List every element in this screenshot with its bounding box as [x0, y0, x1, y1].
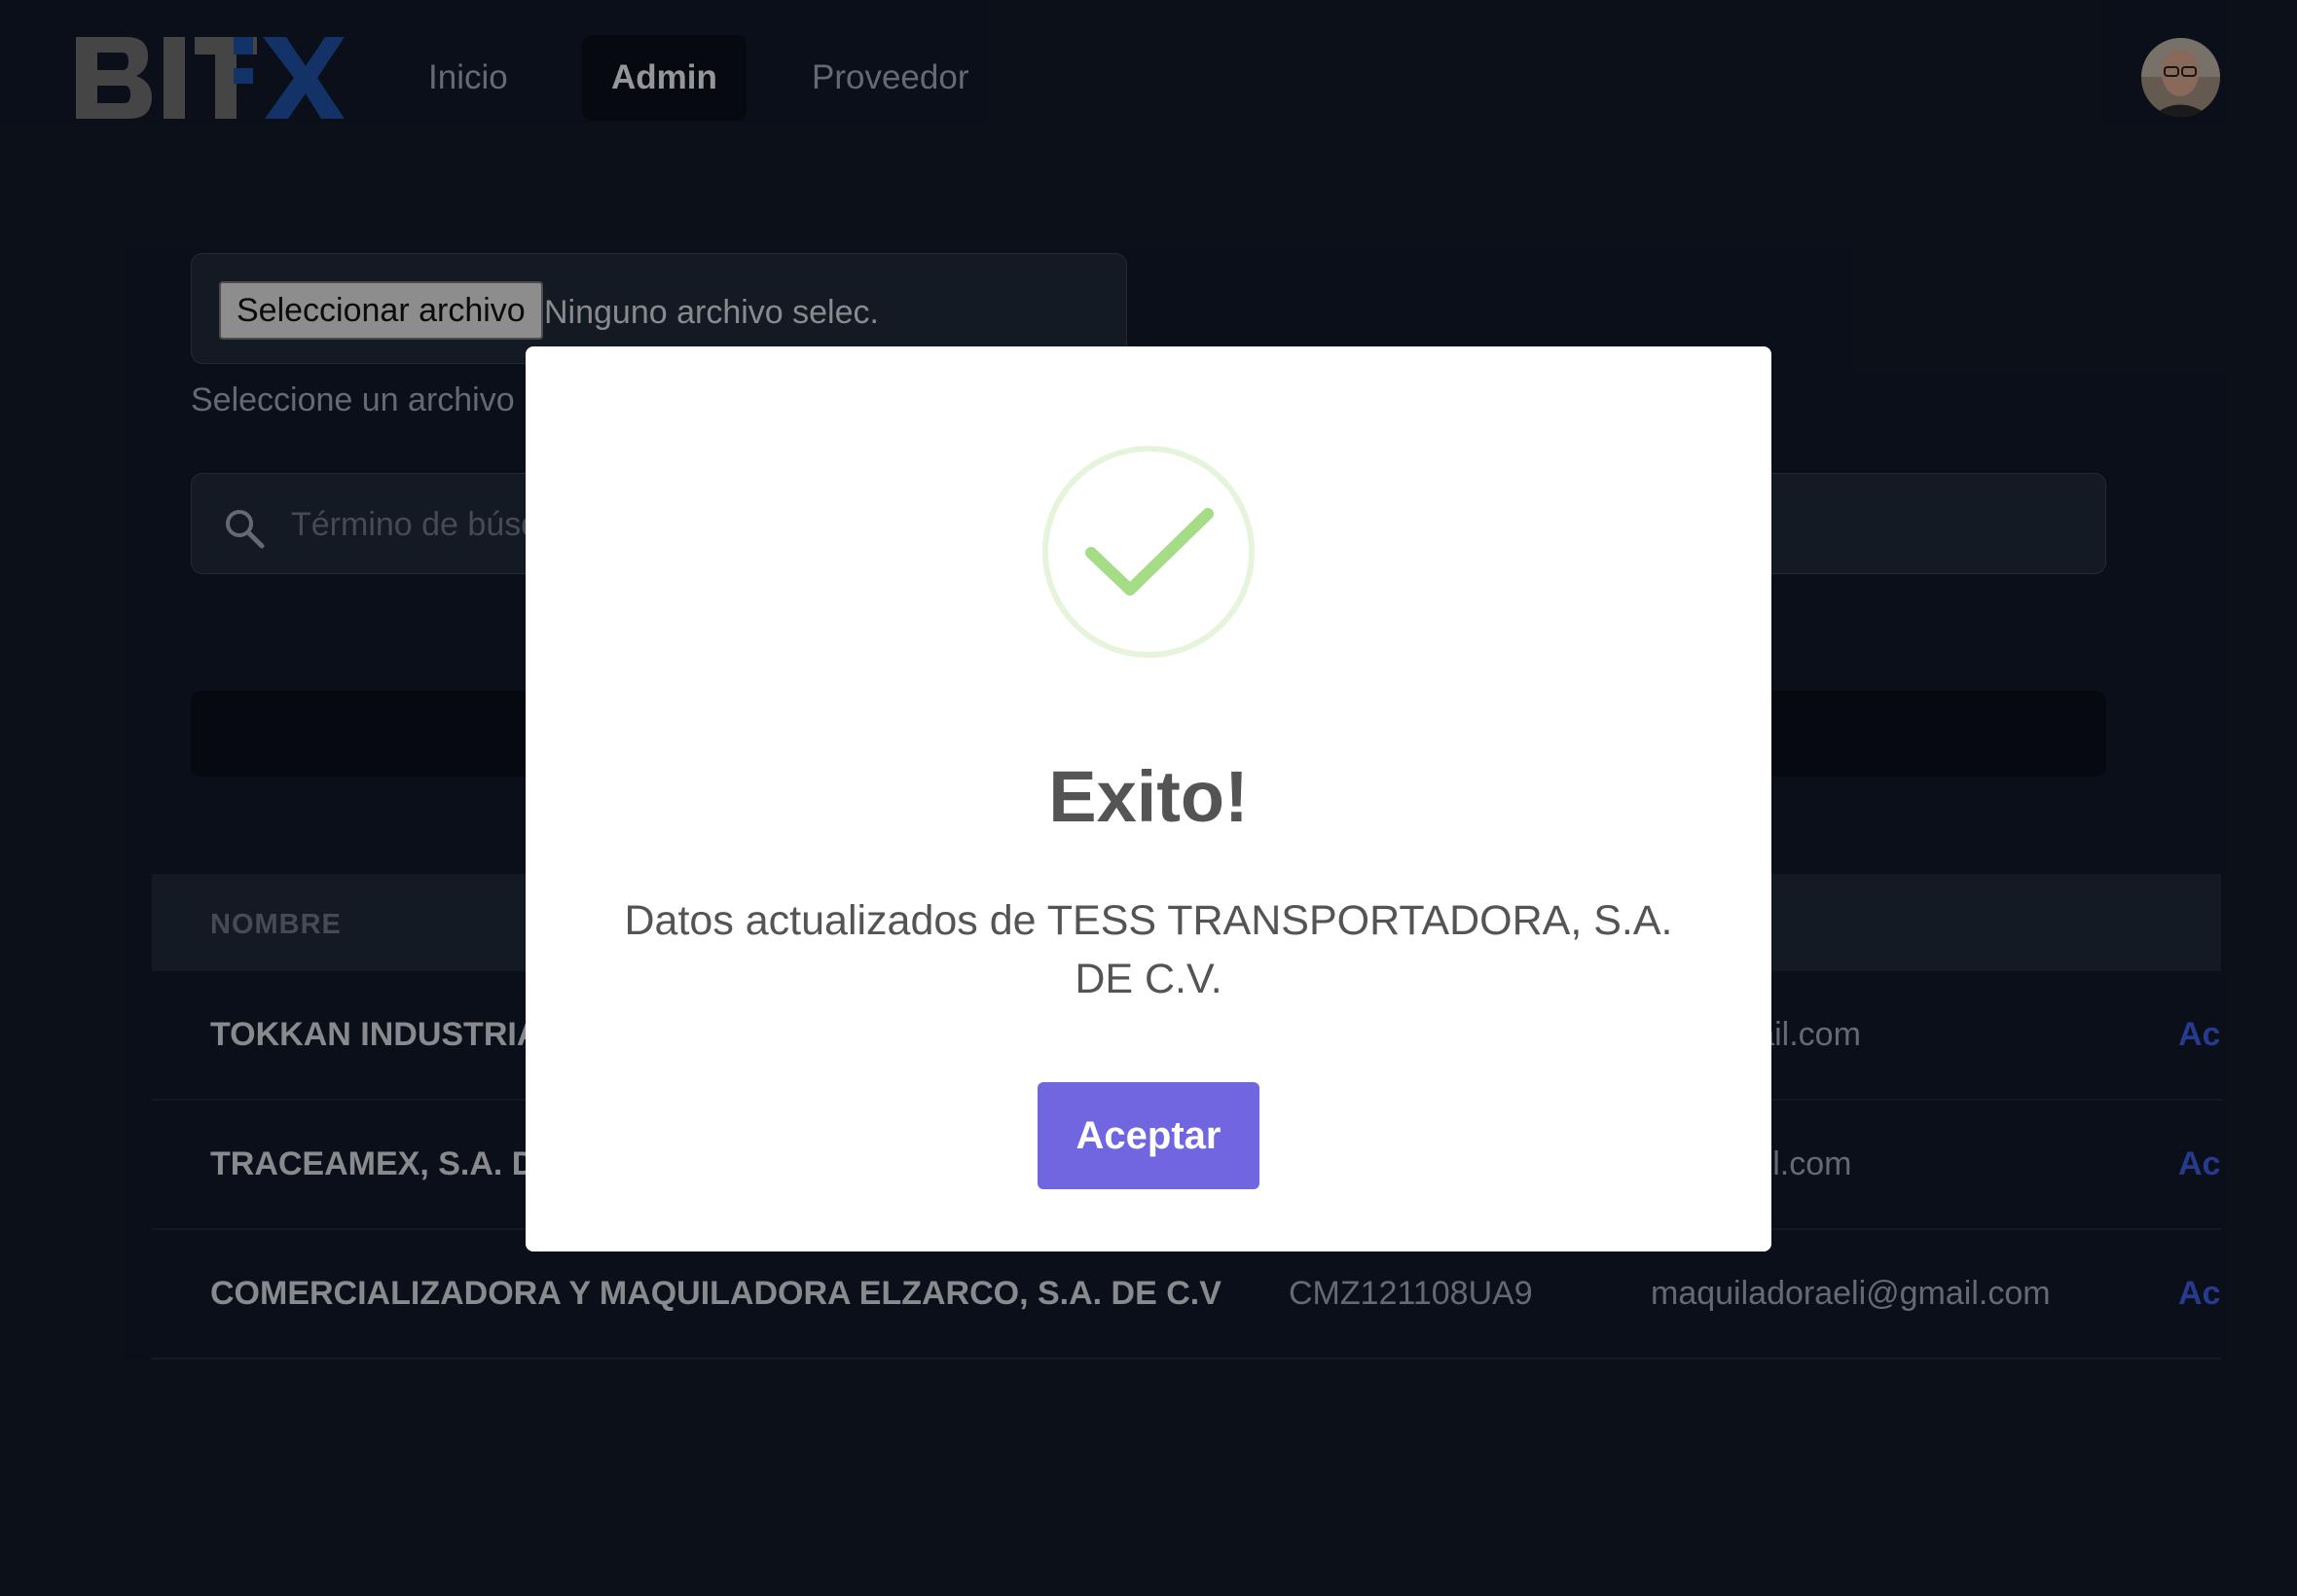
accept-button[interactable]: Aceptar — [1038, 1082, 1259, 1189]
dialog-title: Exito! — [1048, 756, 1249, 837]
success-check-icon — [1042, 446, 1255, 658]
success-dialog: Exito! Datos actualizados de TESS TRANSP… — [526, 346, 1771, 1251]
dialog-message: Datos actualizados de TESS TRANSPORTADOR… — [624, 897, 1673, 1002]
